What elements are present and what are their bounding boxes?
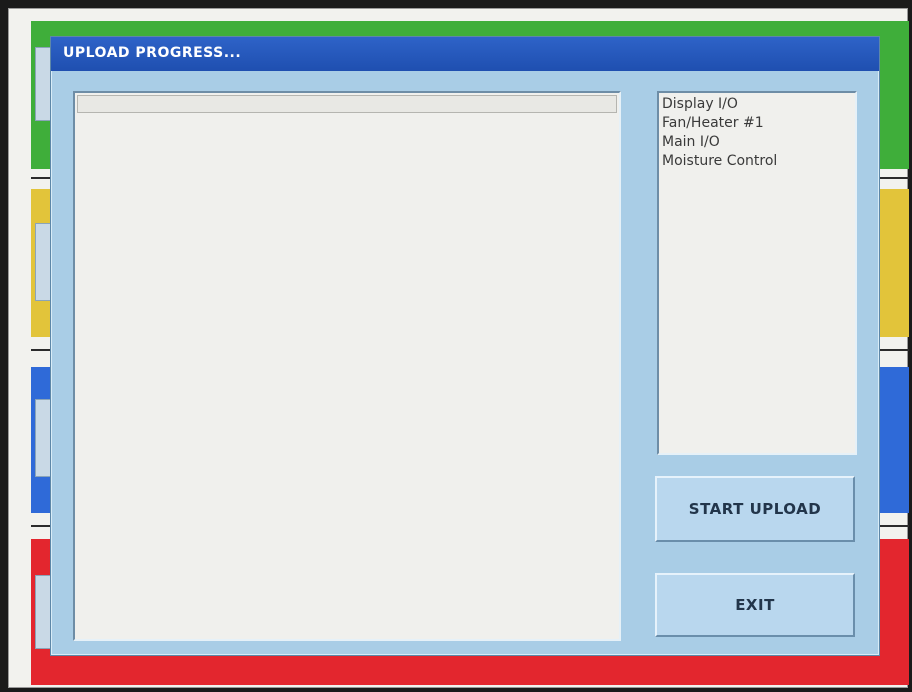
dialog-title: UPLOAD PROGRESS... (63, 45, 242, 61)
module-item[interactable]: Moisture Control (659, 152, 855, 171)
module-item[interactable]: Main I/O (659, 133, 855, 152)
exit-button[interactable]: EXIT (655, 573, 855, 637)
module-list[interactable]: Display I/O Fan/Heater #1 Main I/O Moist… (657, 91, 857, 455)
background-tab (35, 223, 51, 301)
dialog-titlebar: UPLOAD PROGRESS... (51, 37, 879, 71)
background-tab (35, 575, 51, 649)
upload-progress-bar (77, 95, 617, 113)
upload-log-panel (73, 91, 621, 641)
start-upload-button[interactable]: START UPLOAD (655, 476, 855, 542)
module-item[interactable]: Display I/O (659, 95, 855, 114)
background-tab (35, 399, 51, 477)
background-tab (35, 47, 51, 121)
upload-progress-dialog: UPLOAD PROGRESS... Display I/O Fan/Heate… (50, 36, 880, 656)
module-item[interactable]: Fan/Heater #1 (659, 114, 855, 133)
